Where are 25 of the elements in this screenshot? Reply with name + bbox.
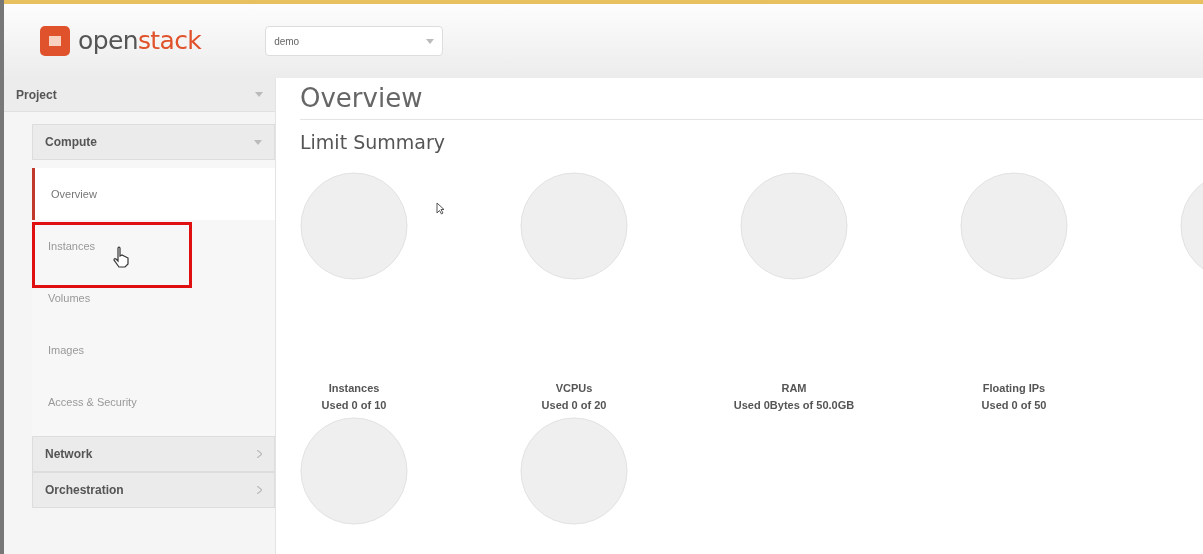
project-dropdown[interactable]: demo <box>265 26 444 56</box>
hand-pointer-icon <box>112 246 130 268</box>
limit-usage: Used 0Bytes of 50.0GB <box>733 397 855 413</box>
logo-icon <box>40 26 70 56</box>
sidebar-dashboard-header[interactable]: Project <box>4 78 275 112</box>
limit-usage: Used 0 of 20 <box>541 397 607 413</box>
limit-usage: Used 0 of 50 <box>981 397 1047 413</box>
sidebar-group-header[interactable]: Compute <box>32 124 275 160</box>
caret-right-icon <box>257 486 262 494</box>
caret-down-icon <box>254 139 262 145</box>
limit-name: VCPUs <box>555 381 593 396</box>
caret-right-icon <box>257 450 262 458</box>
limit-name: RAM <box>781 381 807 396</box>
limit-name: Floating IPs <box>982 381 1046 396</box>
sidebar-group-header[interactable]: Network <box>32 436 275 472</box>
section-title: Limit Summary <box>300 129 446 155</box>
page-title: Overview <box>300 82 424 115</box>
caret-down-icon <box>426 38 435 44</box>
sidebar-item[interactable]: Overview <box>32 168 275 220</box>
limit-usage: Used 0 of 10 <box>321 397 387 413</box>
limit-name: Instances <box>328 381 380 396</box>
logo-text: openstack <box>78 25 202 58</box>
sidebar-group-header[interactable]: Orchestration <box>32 472 275 508</box>
mouse-pointer-icon <box>436 202 445 215</box>
caret-down-icon <box>255 92 263 97</box>
